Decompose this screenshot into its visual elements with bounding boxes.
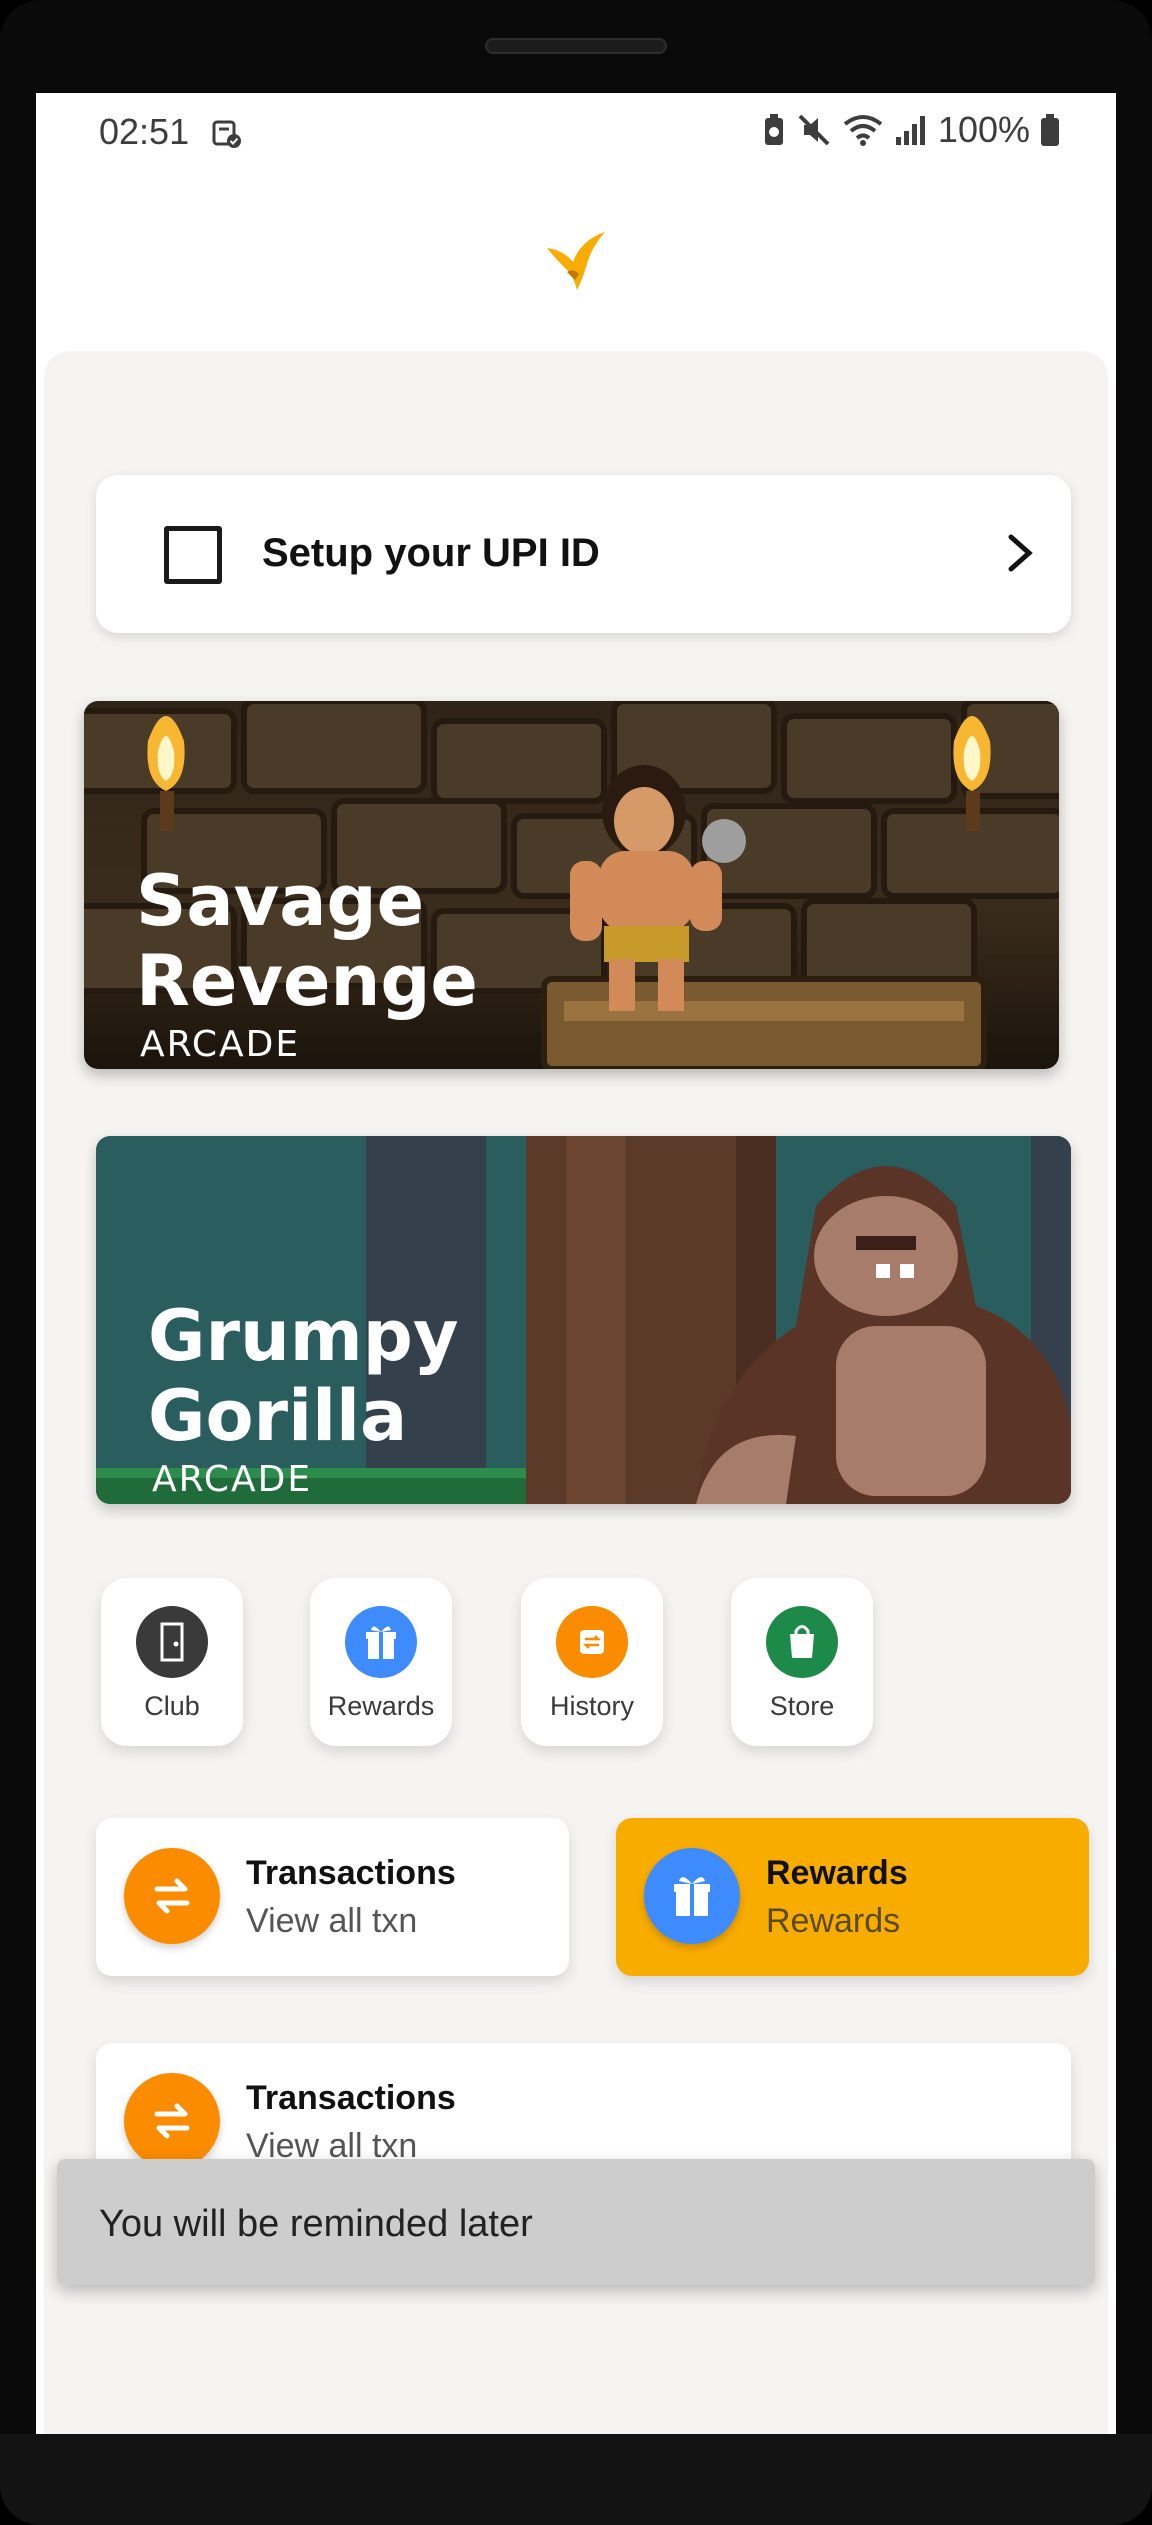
earpiece-speaker (485, 38, 667, 54)
history-icon (556, 1606, 628, 1678)
quick-action-label: Club (144, 1691, 200, 1721)
transactions-card[interactable]: Transactions View all txn (96, 1818, 569, 1976)
savage-revenge-banner[interactable]: Savage Revenge ARCADE (84, 701, 1059, 1069)
savage-revenge-title: Savage Revenge (136, 861, 478, 1021)
rewards-card[interactable]: Rewards Rewards (616, 1818, 1089, 1976)
card-title: Transactions (246, 2079, 456, 2117)
quick-action-label: Store (769, 1691, 835, 1721)
grumpy-gorilla-title: Grumpy Gorilla (148, 1296, 459, 1456)
screen: 02:51 100% Setup your UPI ID Savage Reve… (36, 93, 1116, 2434)
grumpy-gorilla-genre: ARCADE (152, 1459, 313, 1500)
card-title: Transactions (246, 1854, 456, 1892)
card-subtitle: Rewards (766, 1902, 901, 1940)
gift-icon (644, 1848, 740, 1944)
chevron-right-icon (1008, 534, 1033, 572)
quick-action-store[interactable]: Store (731, 1578, 873, 1746)
status-time: 02:51 (99, 111, 190, 152)
transfer-arrows-icon (124, 1848, 220, 1944)
battery-icon (1041, 114, 1059, 146)
door-icon (136, 1606, 208, 1678)
setup-upi-card[interactable]: Setup your UPI ID (96, 475, 1071, 633)
phone-bottom-bezel (0, 2434, 1152, 2525)
gift-icon (345, 1606, 417, 1678)
status-bar: 02:51 100% (36, 93, 1116, 173)
banner-title-line-2: Gorilla (148, 1375, 408, 1457)
savage-revenge-genre: ARCADE (140, 1024, 301, 1065)
quick-action-history[interactable]: History (521, 1578, 663, 1746)
quick-action-label: Rewards (327, 1691, 435, 1721)
mute-icon (798, 114, 830, 146)
setup-upi-checkbox[interactable] (164, 526, 222, 584)
snackbar: You will be reminded later (57, 2159, 1095, 2285)
phone-frame: 02:51 100% Setup your UPI ID Savage Reve… (0, 0, 1152, 2525)
quick-action-rewards[interactable]: Rewards (310, 1578, 452, 1746)
notification-icon (212, 120, 241, 148)
card-title: Rewards (766, 1854, 908, 1892)
quick-action-label: History (549, 1691, 634, 1721)
battery-percentage: 100% (937, 109, 1030, 150)
battery-saver-icon (764, 114, 783, 145)
signal-icon (895, 116, 925, 145)
app-logo-icon (547, 232, 605, 290)
transfer-arrows-icon (124, 2073, 220, 2169)
setup-upi-label: Setup your UPI ID (262, 531, 600, 575)
snackbar-message: You will be reminded later (99, 2203, 533, 2245)
quick-action-club[interactable]: Club (101, 1578, 243, 1746)
status-right: 100% (762, 109, 1060, 151)
wifi-icon (843, 115, 883, 146)
banner-title-line-1: Grumpy (148, 1295, 459, 1377)
banner-title-line-2: Revenge (136, 940, 478, 1022)
banner-title-line-1: Savage (136, 860, 425, 942)
shopping-bag-icon (766, 1606, 838, 1678)
grumpy-gorilla-banner[interactable]: Grumpy Gorilla ARCADE (96, 1136, 1071, 1504)
card-subtitle: View all txn (246, 1902, 418, 1940)
